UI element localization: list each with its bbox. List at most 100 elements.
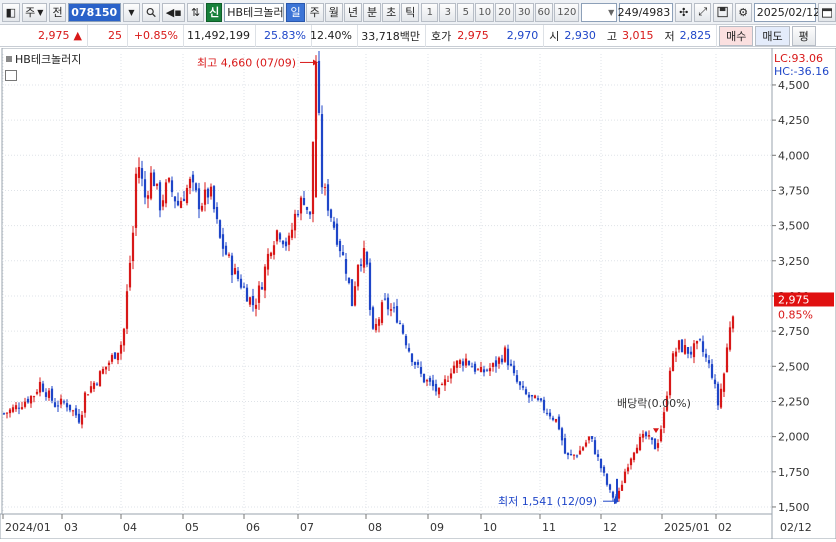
- candle-body: [599, 458, 603, 469]
- candle-body: [518, 381, 522, 386]
- flat-button[interactable]: 평: [791, 25, 816, 46]
- x-tick-label: 11: [542, 521, 556, 534]
- candle-body: [542, 399, 546, 411]
- buy-button[interactable]: 매수: [719, 25, 754, 46]
- candle-body: [167, 177, 171, 182]
- candle-body: [488, 368, 492, 372]
- save-icon[interactable]: [713, 2, 733, 22]
- candle-body: [218, 220, 222, 238]
- candle-body: [191, 174, 195, 183]
- candle-body: [86, 394, 90, 396]
- candle-body: [8, 409, 12, 414]
- crosshair-icon[interactable]: ✣: [675, 2, 693, 22]
- candle-body: [77, 413, 81, 423]
- candle-body: [680, 339, 684, 353]
- candle-body: [536, 398, 540, 400]
- y-tick-label: 2,000: [778, 431, 810, 444]
- candle-body: [593, 440, 597, 455]
- candle: [557, 414, 561, 431]
- sell-button[interactable]: 매도: [755, 25, 790, 46]
- candle-body: [29, 395, 33, 404]
- market-button[interactable]: 전: [48, 2, 67, 22]
- date-field[interactable]: 2025/02/12: [753, 2, 820, 22]
- tab-year[interactable]: 년: [343, 2, 362, 22]
- grid-toggle-icon[interactable]: [5, 70, 17, 81]
- volume-ratio: 25.83%: [256, 24, 312, 47]
- candle-body: [482, 369, 486, 373]
- price-value: 2,975: [38, 29, 70, 42]
- candle-body: [101, 368, 105, 374]
- candle: [671, 350, 675, 372]
- candle-body: [428, 377, 432, 382]
- period-tabs: 일 주 월 년 분 초 틱: [286, 2, 420, 22]
- candle-body: [290, 229, 294, 238]
- interval-button[interactable]: 3: [439, 2, 457, 22]
- candle-body: [356, 264, 360, 287]
- tab-minute[interactable]: 분: [362, 2, 382, 22]
- candle-body: [206, 188, 210, 198]
- open-price: 2,930: [564, 29, 596, 42]
- candle-body: [254, 304, 258, 309]
- code-dropdown-icon[interactable]: ▼: [122, 2, 140, 22]
- candle-body: [656, 443, 660, 448]
- candle-body: [551, 417, 555, 420]
- candle-body: [212, 186, 216, 210]
- candle-body: [275, 230, 279, 242]
- market-select[interactable]: 주 ▼: [21, 2, 47, 22]
- candle-body: [200, 205, 204, 211]
- candle-body: [572, 454, 576, 456]
- candle-body: [146, 195, 150, 199]
- candle-body: [545, 412, 549, 414]
- candle-body: [47, 390, 51, 398]
- price-chart[interactable]: 1,5001,7502,0002,2502,5002,7503,0003,250…: [0, 47, 836, 540]
- low-label: 저: [664, 29, 675, 43]
- tab-week[interactable]: 주: [305, 2, 324, 22]
- y-tick-label: 1,750: [778, 466, 810, 479]
- gear-icon[interactable]: ⚙: [734, 2, 752, 22]
- interval-button[interactable]: 120: [554, 2, 580, 22]
- candle-body: [497, 357, 501, 364]
- candle-body: [329, 209, 333, 218]
- search-icon[interactable]: [141, 2, 161, 22]
- chart-area[interactable]: 1,5001,7502,0002,2502,5002,7503,0003,250…: [0, 47, 836, 540]
- candle-body: [281, 240, 285, 245]
- candle-body: [236, 270, 240, 279]
- interval-button[interactable]: 20: [495, 2, 514, 22]
- stock-name-field[interactable]: HB테크놀러: [224, 2, 285, 22]
- candle-body: [491, 363, 495, 367]
- candle-body: [323, 187, 327, 189]
- interval-button[interactable]: 1: [421, 2, 439, 22]
- candle: [371, 305, 375, 330]
- candle-body: [35, 391, 39, 394]
- split-icon[interactable]: ⇅: [187, 2, 205, 22]
- volume: 11,492,199: [184, 24, 256, 47]
- sound-icon[interactable]: ◀▪: [162, 2, 186, 22]
- tab-month[interactable]: 월: [324, 2, 343, 22]
- tab-tick[interactable]: 틱: [401, 2, 420, 22]
- candle-body: [332, 221, 336, 228]
- open-label: 시: [549, 29, 560, 43]
- tab-day[interactable]: 일: [286, 2, 305, 22]
- interval-button[interactable]: 60: [534, 2, 554, 22]
- candle-body: [98, 371, 102, 387]
- interval-input[interactable]: ▼: [581, 2, 618, 22]
- interval-button[interactable]: 10: [475, 2, 495, 22]
- stock-code-input[interactable]: 078150: [68, 2, 121, 22]
- calendar-icon[interactable]: [817, 2, 836, 22]
- candle-body: [626, 467, 630, 472]
- candle-body: [566, 452, 570, 456]
- layout-icon[interactable]: ◧: [2, 2, 20, 22]
- candle-body: [74, 408, 78, 416]
- candle-body: [722, 373, 726, 392]
- low-price: 2,825: [679, 29, 712, 42]
- candle-body: [476, 369, 480, 371]
- zoom-icon[interactable]: ⤢: [694, 2, 712, 22]
- candle-body: [584, 442, 588, 447]
- interval-button[interactable]: 5: [457, 2, 475, 22]
- candle-body: [5, 412, 9, 414]
- tab-second[interactable]: 초: [382, 2, 401, 22]
- interval-button[interactable]: 30: [514, 2, 534, 22]
- candle-body: [506, 348, 510, 366]
- candle-body: [194, 183, 198, 191]
- candle-body: [251, 295, 255, 306]
